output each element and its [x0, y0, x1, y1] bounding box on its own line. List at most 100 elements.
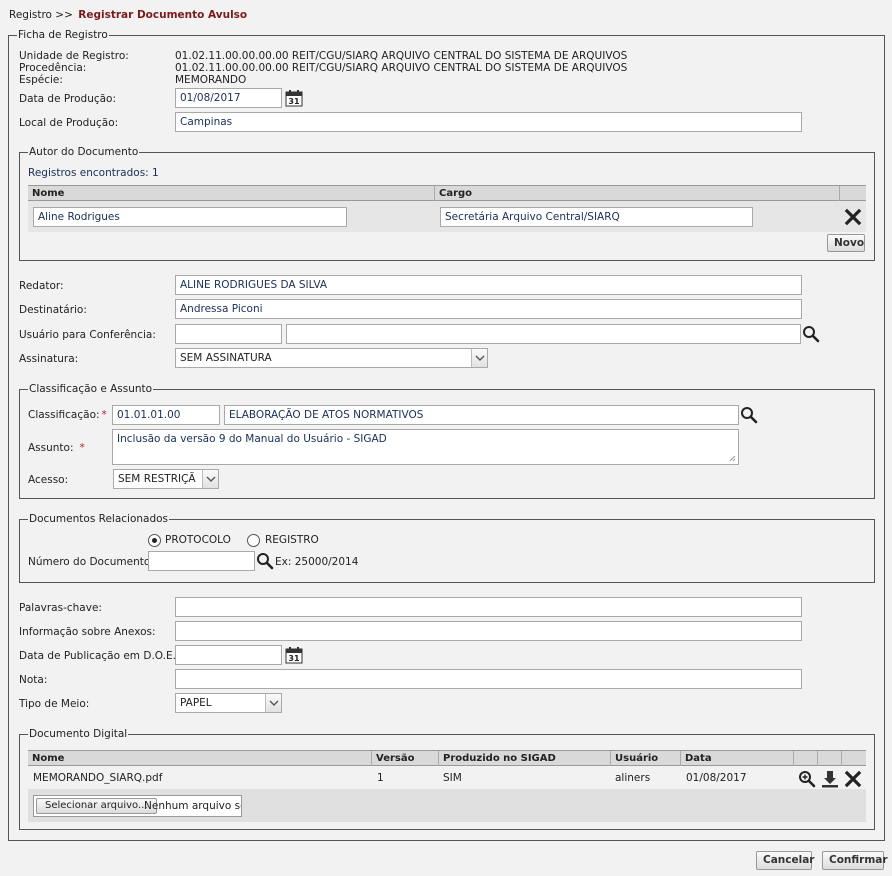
redator-input[interactable]: ALINE RODRIGUES DA SILVA: [175, 275, 802, 295]
novo-button[interactable]: Novo: [827, 234, 865, 252]
chevron-down-icon: [265, 694, 281, 712]
classificacao-code-input[interactable]: 01.01.01.00: [112, 405, 220, 425]
registros-encontrados: Registros encontrados: 1: [28, 167, 159, 179]
col-nome: Nome: [28, 751, 372, 766]
file-status: Nenhum arquivo sel: [144, 800, 242, 812]
especie-label: Espécie:: [19, 74, 63, 86]
numero-search-icon[interactable]: [256, 552, 274, 570]
acesso-select[interactable]: SEM RESTRIÇÃ: [113, 469, 219, 489]
file-select-button[interactable]: Selecionar arquivo...: [36, 798, 157, 814]
acesso-label: Acesso:: [28, 474, 69, 486]
download-icon[interactable]: [821, 770, 839, 788]
palavras-chave-label: Palavras-chave:: [19, 602, 102, 614]
col-action-download: [818, 751, 842, 766]
col-action-view: [794, 751, 818, 766]
radio-registro[interactable]: [247, 534, 260, 547]
numero-exemplo: Ex: 25000/2014: [275, 556, 359, 568]
col-action-remove: [842, 751, 866, 766]
local-producao-input[interactable]: Campinas: [175, 112, 802, 132]
usuario-conferencia-name-input[interactable]: [286, 324, 801, 344]
unidade-value: 01.02.11.00.00.00.00 REIT/CGU/SIARQ ARQU…: [175, 50, 628, 62]
breadcrumb: Registro >> Registrar Documento Avulso: [9, 9, 247, 21]
assunto-textarea[interactable]: Inclusão da versão 9 do Manual do Usuári…: [112, 429, 739, 465]
destinatario-input[interactable]: Andressa Piconi: [175, 299, 802, 319]
acesso-selected: SEM RESTRIÇÃ: [118, 473, 196, 485]
svg-text:31: 31: [288, 97, 300, 106]
view-zoom-icon[interactable]: [798, 770, 816, 788]
assinatura-select[interactable]: SEM ASSINATURA: [175, 348, 488, 368]
breadcrumb-root[interactable]: Registro >>: [9, 9, 73, 21]
required-marker: *: [79, 442, 85, 454]
col-cargo: Cargo: [435, 186, 840, 201]
assunto-label: Assunto: *: [28, 442, 85, 454]
tipo-meio-label: Tipo de Meio:: [19, 698, 90, 710]
file-upload-control[interactable]: Selecionar arquivo... Nenhum arquivo sel: [33, 795, 242, 817]
assinatura-selected: SEM ASSINATURA: [180, 352, 272, 364]
autor-legend: Autor do Documento: [28, 146, 140, 158]
col-nome: Nome: [28, 186, 435, 201]
radio-protocolo-label[interactable]: PROTOCOLO: [165, 534, 231, 546]
tipo-meio-selected: PAPEL: [180, 697, 212, 709]
col-actions: [840, 186, 866, 201]
radio-protocolo[interactable]: [148, 534, 161, 547]
unidade-label: Unidade de Registro:: [19, 50, 129, 62]
doe-input[interactable]: [175, 645, 282, 665]
autor-cargo-input[interactable]: Secretária Arquivo Central/SIARQ: [440, 207, 753, 227]
col-usuario: Usuário: [611, 751, 681, 766]
col-produzido: Produzido no SIGAD: [439, 751, 611, 766]
radio-registro-label[interactable]: REGISTRO: [265, 534, 319, 546]
nota-input[interactable]: [175, 669, 802, 689]
redator-label: Redator:: [19, 280, 64, 292]
data-producao-label: Data de Produção:: [19, 93, 117, 105]
file-name: MEMORANDO_SIARQ.pdf: [33, 772, 163, 784]
required-marker: *: [101, 409, 107, 421]
usuario-conferencia-label: Usuário para Conferência:: [19, 329, 156, 341]
assunto-text: Inclusão da versão 9 do Manual do Usuári…: [117, 433, 387, 445]
chevron-down-icon: [202, 470, 218, 488]
doe-label: Data de Publicação em D.O.E.:: [19, 650, 180, 662]
file-versao: 1: [377, 772, 384, 784]
nota-label: Nota:: [19, 674, 48, 686]
file-data: 01/08/2017: [686, 772, 747, 784]
autor-table-header: Nome Cargo: [28, 185, 866, 201]
procedencia-value: 01.02.11.00.00.00.00 REIT/CGU/SIARQ ARQU…: [175, 62, 628, 74]
file-produzido: SIM: [443, 772, 462, 784]
cancel-button[interactable]: Cancelar: [756, 851, 814, 870]
destinatario-label: Destinatário:: [19, 304, 87, 316]
resize-handle-icon[interactable]: [728, 454, 736, 462]
calendar-icon[interactable]: 31: [285, 646, 303, 664]
classificacao-search-icon[interactable]: [740, 406, 758, 424]
svg-text:31: 31: [288, 654, 300, 663]
relacionados-legend: Documentos Relacionados: [28, 513, 170, 525]
tipo-meio-select[interactable]: PAPEL: [175, 693, 282, 713]
procedencia-label: Procedência:: [19, 62, 87, 74]
local-producao-label: Local de Produção:: [19, 117, 119, 129]
usuario-conferencia-code-input[interactable]: [175, 324, 282, 344]
anexos-input[interactable]: [175, 621, 802, 641]
digital-table-header: Nome Versão Produzido no SIGAD Usuário D…: [28, 750, 866, 766]
chevron-down-icon: [471, 349, 487, 367]
confirm-button[interactable]: Confirmar: [822, 851, 888, 870]
especie-value: MEMORANDO: [175, 74, 247, 86]
remove-file-close-icon[interactable]: [844, 770, 862, 788]
classificacao-label-text: Classificação:: [28, 409, 100, 421]
remove-autor-close-icon[interactable]: [844, 208, 862, 226]
breadcrumb-current: Registrar Documento Avulso: [78, 9, 248, 21]
classificacao-label: Classificação: *: [28, 409, 107, 421]
ficha-registro-legend: Ficha de Registro: [17, 29, 109, 41]
numero-documento-label: Número do Documento:: [28, 556, 154, 568]
numero-documento-input[interactable]: [148, 551, 255, 571]
autor-nome-input[interactable]: Aline Rodrigues: [33, 207, 347, 227]
data-producao-input[interactable]: 01/08/2017: [175, 88, 282, 108]
calendar-icon[interactable]: 31: [285, 89, 303, 107]
assunto-label-text: Assunto:: [28, 442, 74, 454]
classificacao-legend: Classificação e Assunto: [28, 383, 154, 395]
table-row: MEMORANDO_SIARQ.pdf 1 SIM aliners 01/08/…: [28, 767, 866, 789]
digital-legend: Documento Digital: [28, 728, 129, 740]
classificacao-desc-input[interactable]: ELABORAÇÃO DE ATOS NORMATIVOS: [224, 405, 739, 425]
usuario-search-icon[interactable]: [802, 325, 820, 343]
file-usuario: aliners: [615, 772, 651, 784]
palavras-chave-input[interactable]: [175, 597, 802, 617]
assinatura-label: Assinatura:: [19, 353, 79, 365]
col-versao: Versão: [372, 751, 439, 766]
